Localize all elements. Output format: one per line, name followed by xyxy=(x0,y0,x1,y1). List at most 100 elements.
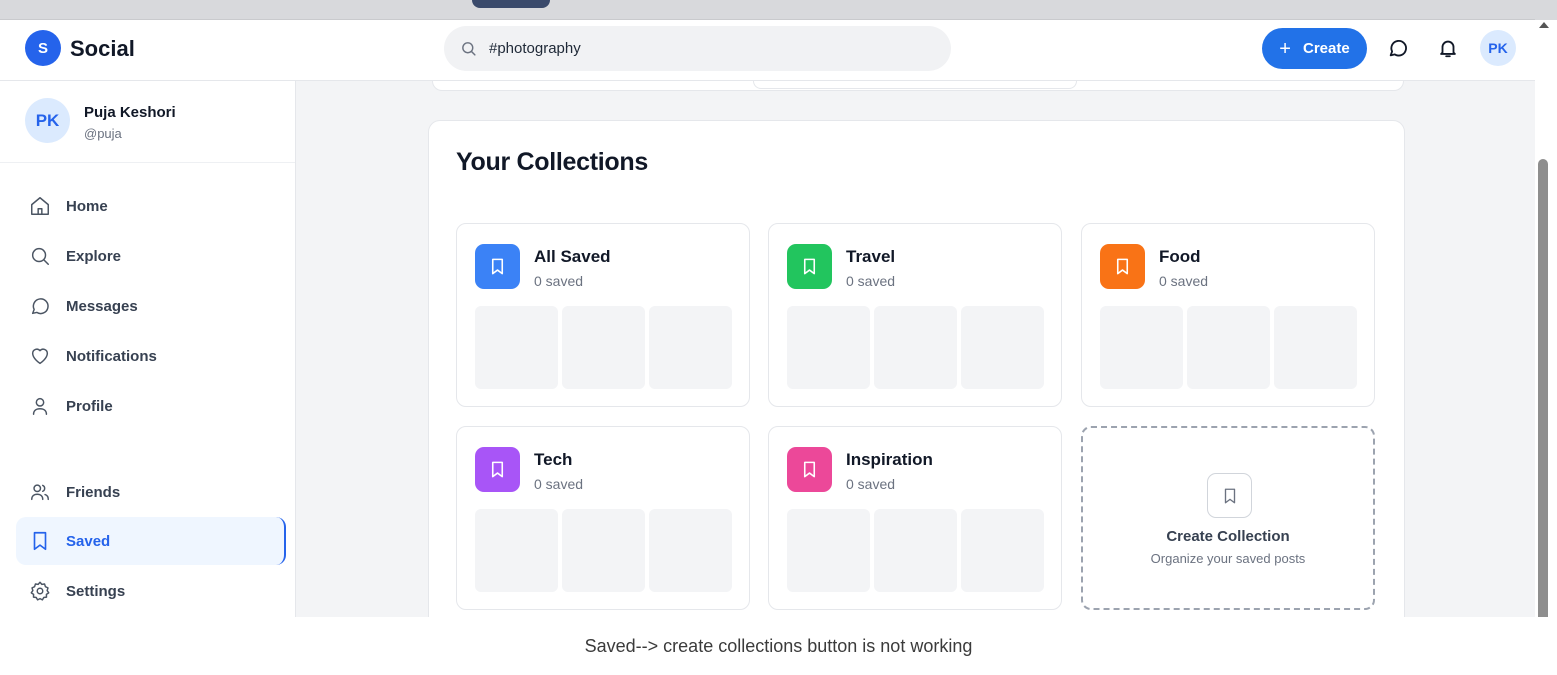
create-button[interactable]: + Create xyxy=(1262,28,1367,69)
collection-icon xyxy=(475,244,520,289)
collection-icon xyxy=(787,244,832,289)
sidebar-item-explore[interactable]: Explore xyxy=(16,232,286,280)
message-icon xyxy=(31,298,49,315)
collection-count: 0 saved xyxy=(534,476,584,492)
search-value: #photography xyxy=(489,40,581,57)
collection-name: Travel xyxy=(846,247,896,266)
collection-count: 0 saved xyxy=(846,273,896,289)
profile-handle: @puja xyxy=(84,126,122,141)
create-button-label: Create xyxy=(1302,40,1350,57)
sidebar-item-label: Notifications xyxy=(66,347,157,365)
thumbnail-placeholder xyxy=(562,509,645,592)
sidebar-item-home[interactable]: Home xyxy=(16,182,286,230)
bookmark-icon xyxy=(491,258,504,275)
thumbnail-placeholder xyxy=(874,306,957,389)
thumbnail-placeholder xyxy=(787,509,870,592)
bell-icon[interactable] xyxy=(1437,37,1459,59)
plus-icon: + xyxy=(1279,37,1291,60)
sidebar-item-saved[interactable]: Saved xyxy=(16,517,286,565)
search-icon xyxy=(31,247,49,265)
thumbnail-placeholder xyxy=(649,509,732,592)
scroll-up-arrow-icon[interactable] xyxy=(1539,22,1549,28)
create-collection-button[interactable]: Create Collection Organize your saved po… xyxy=(1081,426,1375,610)
browser-top-bar xyxy=(0,0,1557,20)
collections-panel: Your Collections All Saved 0 saved Trave… xyxy=(428,120,1405,617)
app-screen: S Social #photography + Create PK PK Puj… xyxy=(0,20,1535,617)
thumbnail-placeholder xyxy=(475,509,558,592)
thumbnail-placeholder xyxy=(961,306,1044,389)
bookmark-icon xyxy=(803,461,816,478)
sidebar-item-label: Messages xyxy=(66,297,138,315)
bookmark-icon xyxy=(491,461,504,478)
collection-name: Tech xyxy=(534,450,573,469)
thumbnail-placeholder xyxy=(562,306,645,389)
sidebar-item-profile[interactable]: Profile xyxy=(16,382,286,430)
bookmark-icon xyxy=(803,258,816,275)
screenshot-caption: Saved--> create collections button is no… xyxy=(584,636,973,656)
heart-icon xyxy=(31,348,49,365)
browser-tab[interactable] xyxy=(472,0,550,8)
search-icon xyxy=(462,42,476,56)
sidebar-item-label: Home xyxy=(66,197,108,215)
collection-icon xyxy=(1100,244,1145,289)
sidebar-item-label: Friends xyxy=(66,483,121,501)
sidebar-item-settings[interactable]: Settings xyxy=(16,567,286,615)
collection-thumbnails xyxy=(787,306,1044,389)
collection-count: 0 saved xyxy=(534,273,584,289)
home-icon xyxy=(31,197,49,215)
thumbnail-placeholder xyxy=(649,306,732,389)
app-name[interactable]: Social xyxy=(70,36,135,62)
thumbnail-placeholder xyxy=(787,306,870,389)
gear-icon xyxy=(30,581,50,601)
create-collection-title: Create Collection xyxy=(1166,528,1290,545)
search-input[interactable]: #photography xyxy=(444,26,951,71)
collection-thumbnails xyxy=(787,509,1044,592)
bookmark-icon xyxy=(1116,258,1129,275)
message-icon[interactable] xyxy=(1387,37,1409,59)
collection-card-tech[interactable]: Tech 0 saved xyxy=(456,426,750,610)
logo-icon[interactable]: S xyxy=(25,30,61,66)
collection-card-all-saved[interactable]: All Saved 0 saved xyxy=(456,223,750,407)
sidebar-item-label: Explore xyxy=(66,247,122,265)
create-collection-subtitle: Organize your saved posts xyxy=(1150,551,1306,566)
collection-card-travel[interactable]: Travel 0 saved xyxy=(768,223,1062,407)
sidebar-item-label: Settings xyxy=(66,582,126,600)
create-collection-icon-box xyxy=(1207,473,1252,518)
sidebar: PK Puja Keshori @puja Home Explore Messa… xyxy=(0,81,296,617)
thumbnail-placeholder xyxy=(1187,306,1270,389)
collection-icon xyxy=(787,447,832,492)
sidebar-item-notifications[interactable]: Notifications xyxy=(16,332,286,380)
profile-name: Puja Keshori xyxy=(84,104,176,121)
previous-card-inner-edge xyxy=(753,81,1077,89)
collection-count: 0 saved xyxy=(1159,273,1209,289)
thumbnail-placeholder xyxy=(961,509,1044,592)
user-icon xyxy=(32,397,48,415)
thumbnail-placeholder xyxy=(475,306,558,389)
page-title: Your Collections xyxy=(456,148,648,176)
sidebar-item-friends[interactable]: Friends xyxy=(16,468,286,516)
avatar[interactable]: PK xyxy=(1480,30,1516,66)
top-header: S Social #photography + Create PK xyxy=(0,20,1535,81)
collection-thumbnails xyxy=(475,306,732,389)
collection-name: Food xyxy=(1159,247,1201,266)
collection-name: Inspiration xyxy=(846,450,933,469)
collection-card-inspiration[interactable]: Inspiration 0 saved xyxy=(768,426,1062,610)
thumbnail-placeholder xyxy=(1274,306,1357,389)
collection-count: 0 saved xyxy=(846,476,896,492)
collection-card-food[interactable]: Food 0 saved xyxy=(1081,223,1375,407)
sidebar-item-messages[interactable]: Messages xyxy=(16,282,286,330)
thumbnail-placeholder xyxy=(1100,306,1183,389)
sidebar-item-label: Profile xyxy=(66,397,113,415)
collection-icon xyxy=(475,447,520,492)
users-icon xyxy=(31,484,49,501)
bookmark-icon xyxy=(33,531,47,551)
collection-name: All Saved xyxy=(534,247,611,266)
collection-thumbnails xyxy=(475,509,732,592)
collection-thumbnails xyxy=(1100,306,1357,389)
profile-summary[interactable]: PK Puja Keshori @puja xyxy=(0,81,295,163)
thumbnail-placeholder xyxy=(874,509,957,592)
bookmark-icon xyxy=(1224,488,1235,503)
scrollbar-thumb[interactable] xyxy=(1538,159,1548,617)
profile-avatar: PK xyxy=(25,98,70,143)
sidebar-item-label: Saved xyxy=(66,532,111,550)
